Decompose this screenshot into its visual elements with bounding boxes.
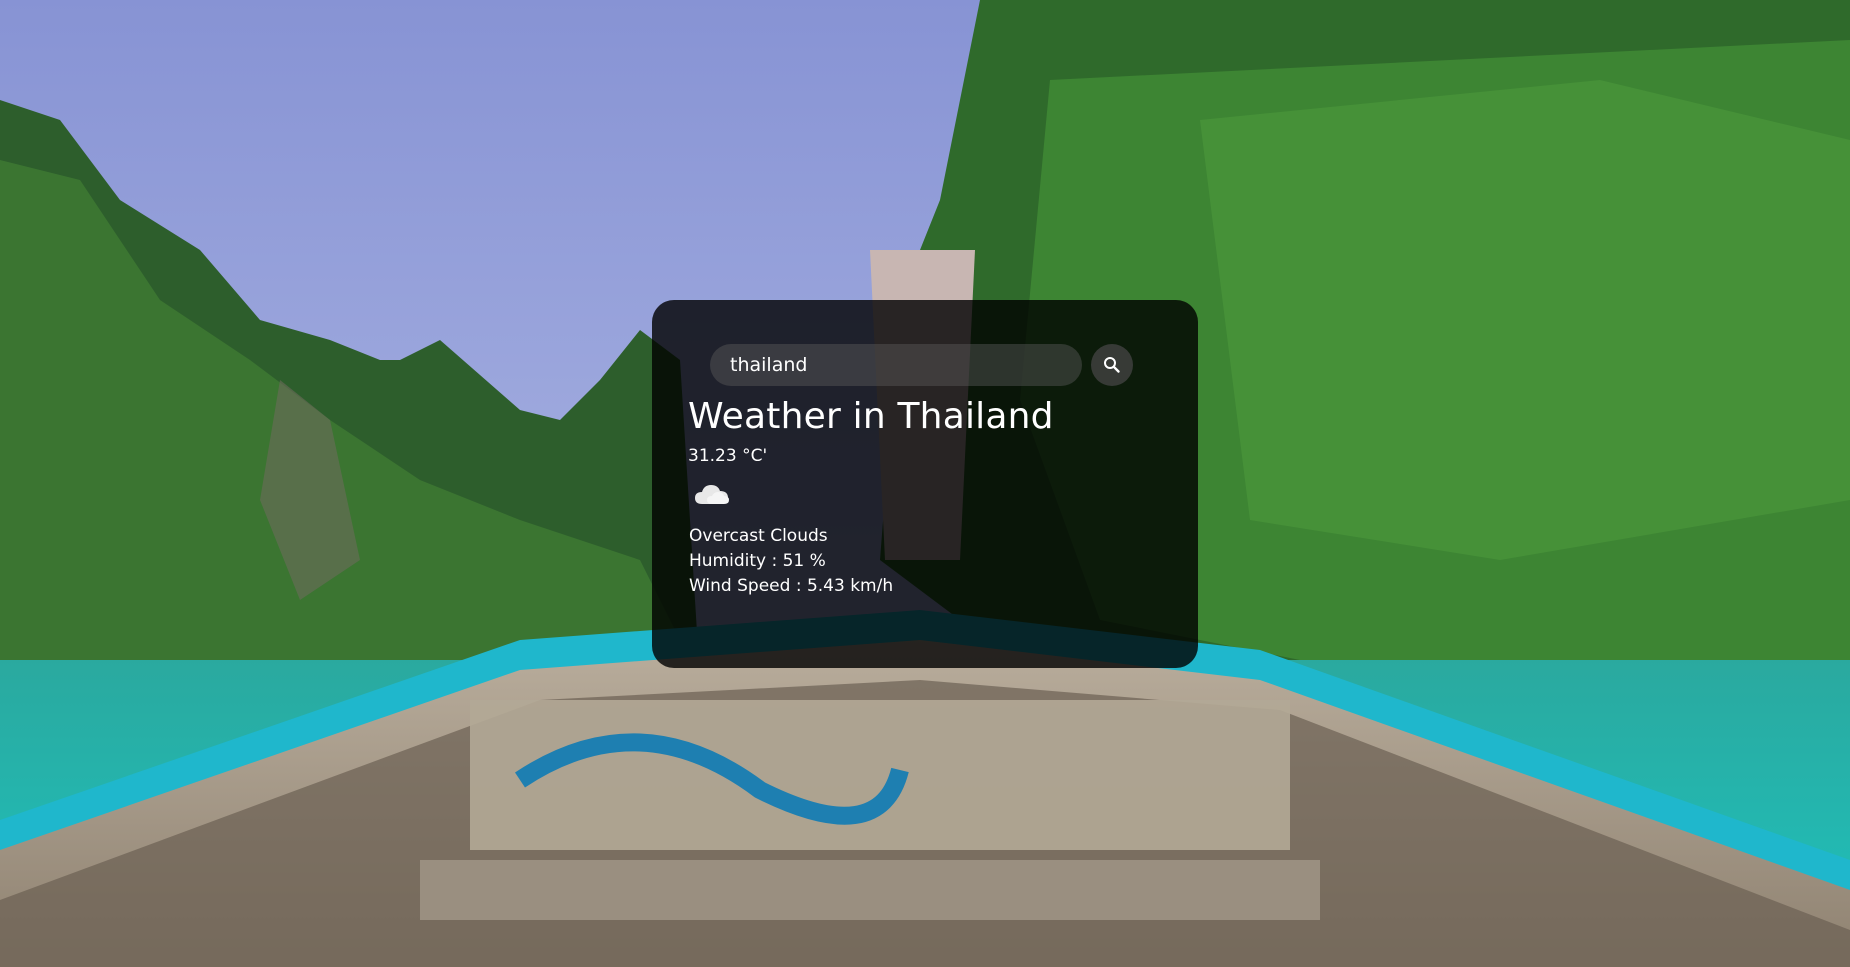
search-bar	[710, 344, 1133, 386]
search-button[interactable]	[1091, 344, 1133, 386]
humidity: Humidity : 51 %	[689, 551, 826, 571]
weather-card: Weather in Thailand 31.23 °C' Overcast C…	[652, 300, 1198, 668]
wind-speed: Wind Speed : 5.43 km/h	[689, 576, 894, 596]
weather-description: Overcast Clouds	[689, 526, 828, 546]
search-input[interactable]	[710, 344, 1082, 386]
weather-title: Weather in Thailand	[688, 396, 1054, 437]
temperature: 31.23 °C'	[688, 446, 768, 466]
cloud-icon	[695, 485, 729, 504]
search-icon	[1104, 357, 1120, 373]
